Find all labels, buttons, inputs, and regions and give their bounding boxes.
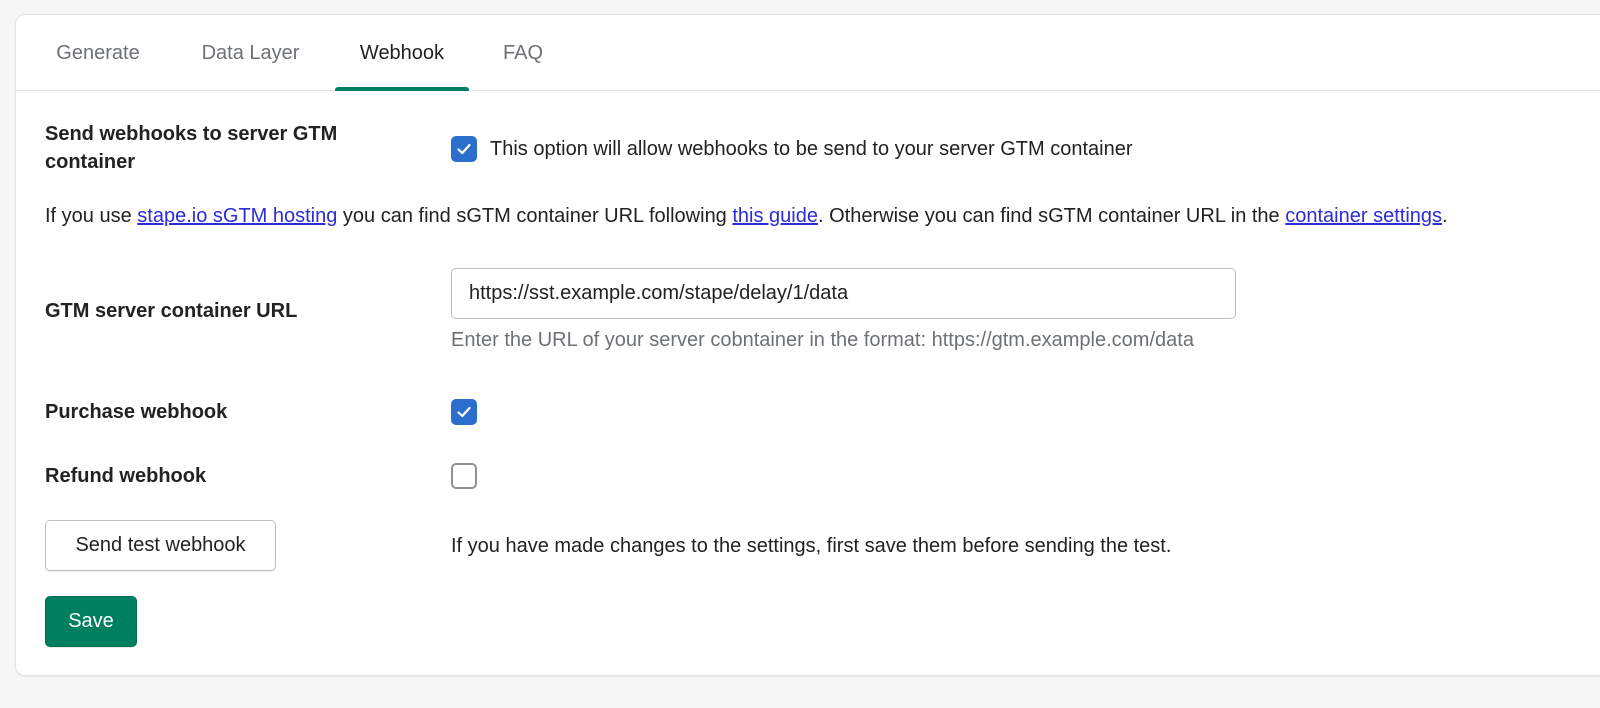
save-button[interactable]: Save <box>45 596 137 647</box>
tab-faq[interactable]: FAQ <box>494 15 552 90</box>
checkmark-icon <box>457 143 471 155</box>
guide-link[interactable]: this guide <box>732 205 818 227</box>
gtm-url-input[interactable] <box>451 268 1236 319</box>
send-webhooks-label: Send webhooks to server GTM container <box>45 123 338 173</box>
checkmark-icon <box>457 406 471 418</box>
tab-bar: Generate Data Layer Webhook FAQ <box>16 15 1600 91</box>
container-url-info: If you use stape.io sGTM hosting you can… <box>45 202 1448 230</box>
purchase-webhook-label: Purchase webhook <box>45 401 228 423</box>
test-webhook-note: If you have made changes to the settings… <box>451 535 1172 557</box>
stape-hosting-link[interactable]: stape.io sGTM hosting <box>137 205 337 227</box>
send-webhooks-checkbox[interactable] <box>451 136 477 162</box>
gtm-url-label: GTM server container URL <box>45 300 298 322</box>
refund-webhook-checkbox[interactable] <box>451 463 477 489</box>
purchase-webhook-checkbox[interactable] <box>451 399 477 425</box>
tab-webhook[interactable]: Webhook <box>335 15 469 91</box>
tab-data-layer[interactable]: Data Layer <box>188 15 313 90</box>
refund-webhook-label: Refund webhook <box>45 465 207 487</box>
send-webhooks-description: This option will allow webhooks to be se… <box>490 138 1133 160</box>
info-text: you can find sGTM container URL followin… <box>337 205 733 227</box>
settings-card: Generate Data Layer Webhook FAQ Send web… <box>15 14 1600 676</box>
info-text: . Otherwise you can find sGTM container … <box>818 205 1286 227</box>
gtm-url-help-text: Enter the URL of your server cobntainer … <box>451 329 1194 351</box>
tab-generate[interactable]: Generate <box>43 15 153 90</box>
info-text: . <box>1442 205 1448 227</box>
container-settings-link[interactable]: container settings <box>1285 205 1442 227</box>
info-text: If you use <box>45 205 138 227</box>
send-test-webhook-button[interactable]: Send test webhook <box>45 520 276 571</box>
